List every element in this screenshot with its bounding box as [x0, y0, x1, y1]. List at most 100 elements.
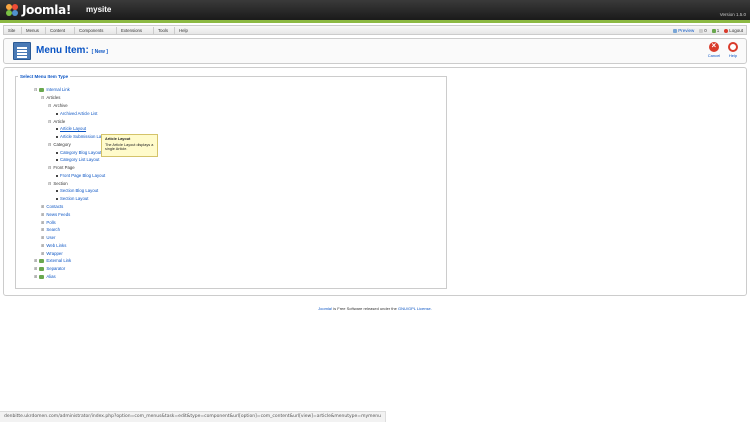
expand-icon: ⊞	[41, 227, 45, 232]
joomla-logo-icon	[6, 4, 18, 16]
tree-section[interactable]: ⊟ Section	[48, 181, 68, 186]
cancel-icon	[709, 41, 719, 52]
menu-extensions[interactable]: Extensions	[121, 28, 142, 33]
menu-content[interactable]: Content	[50, 28, 65, 33]
browser-status-url: denbitte.ukrdomen.com/administrator/inde…	[0, 411, 386, 422]
collapse-icon: ⊟	[41, 95, 45, 100]
tree-archived-article-list[interactable]: Archived Article List	[56, 111, 98, 116]
users-count[interactable]: 1	[711, 28, 719, 33]
tree-user[interactable]: ⊞ User	[41, 235, 55, 240]
menu-site[interactable]: Site	[8, 28, 15, 33]
tree-section-layout[interactable]: Section Layout	[56, 196, 88, 201]
menu-item-icon	[13, 42, 31, 60]
page-title: Menu Item: [ New ]	[36, 45, 108, 56]
tooltip-body: The Article Layout displays a single Art…	[105, 142, 154, 151]
help-button[interactable]: Help	[725, 42, 741, 58]
logout-link[interactable]: Logout	[724, 28, 743, 33]
bullet-icon	[56, 151, 58, 154]
messages-icon	[699, 28, 704, 33]
menu-separator	[74, 27, 75, 34]
status-menu: Preview 0 1 Logout	[673, 28, 743, 33]
tree-articles[interactable]: ⊟ Articles	[41, 95, 60, 100]
expand-icon: ⊞	[41, 243, 45, 248]
menu-type-fieldset: Select Menu Item Type	[15, 74, 447, 289]
tree-search[interactable]: ⊞ Search	[41, 227, 60, 232]
preview-icon	[673, 28, 678, 33]
tree-web-links[interactable]: ⊞ Web Links	[41, 243, 66, 248]
menu-tools[interactable]: Tools	[158, 28, 168, 33]
tree-front-page[interactable]: ⊟ Front Page	[48, 165, 75, 170]
tree-alias[interactable]: ⊞ Alias	[34, 274, 56, 279]
expand-icon: ⊞	[34, 274, 38, 279]
collapse-icon: ⊟	[48, 119, 52, 124]
menu-components[interactable]: Components	[79, 28, 103, 33]
main-panel: Select Menu Item Type ⊟ Internal Link ⊟ Ar…	[3, 67, 747, 296]
tree-contacts[interactable]: ⊞ Contacts	[41, 204, 63, 209]
bullet-icon	[56, 189, 58, 192]
folder-icon	[39, 258, 45, 263]
page-title-suffix: [ New ]	[91, 49, 108, 55]
expand-icon: ⊞	[41, 212, 45, 217]
menu-separator	[116, 27, 117, 34]
bullet-icon	[56, 112, 58, 115]
messages-count[interactable]: 0	[699, 28, 707, 33]
bullet-icon	[56, 174, 58, 177]
menu-menus[interactable]: Menus	[26, 28, 39, 33]
menu-separator	[153, 27, 154, 34]
admin-header: Joomla! mysite Version 1.5.0	[0, 0, 750, 20]
tree-external-link[interactable]: ⊞ External Link	[34, 258, 71, 263]
menu-type-legend: Select Menu Item Type	[20, 74, 69, 79]
bullet-icon	[56, 158, 58, 161]
tree-news-feeds[interactable]: ⊞ News Feeds	[41, 212, 70, 217]
help-icon	[728, 42, 738, 52]
tooltip-title: Article Layout	[105, 137, 131, 141]
license-link[interactable]: GNU/GPL License.	[398, 306, 432, 311]
menu-help[interactable]: Help	[179, 28, 188, 33]
tree-category-list[interactable]: Category List Layout	[56, 157, 99, 162]
collapse-icon: ⊟	[48, 165, 52, 170]
footer-text: is Free Software released under the	[332, 306, 398, 311]
admin-menubar: Site Menus Content Components Extensions…	[3, 25, 747, 35]
tree-separator[interactable]: ⊞ Separator	[34, 266, 65, 271]
bullet-icon	[56, 197, 58, 200]
expand-icon: ⊞	[34, 266, 38, 271]
tree-section-blog[interactable]: Section Blog Layout	[56, 188, 98, 193]
folder-icon	[39, 87, 45, 92]
tree-archive[interactable]: ⊟ Archive	[48, 103, 68, 108]
site-name: mysite	[86, 5, 112, 14]
expand-icon: ⊞	[41, 204, 45, 209]
joomla-link[interactable]: Joomla!	[318, 306, 332, 311]
preview-link[interactable]: Preview	[673, 28, 694, 33]
joomla-brand: Joomla!	[22, 3, 72, 17]
folder-icon	[39, 266, 45, 271]
version-label: Version 1.5.0	[719, 12, 746, 17]
cancel-label: Cancel	[707, 53, 721, 58]
logout-icon	[724, 28, 729, 33]
tree-front-page-blog[interactable]: Front Page Blog Layout	[56, 173, 105, 178]
help-label: Help	[728, 53, 738, 58]
tree-article-layout[interactable]: Article Layout	[56, 126, 86, 131]
tree-wrapper[interactable]: ⊞ Wrapper	[41, 251, 63, 256]
bullet-icon	[56, 135, 58, 138]
cancel-button[interactable]: Cancel	[706, 41, 722, 58]
menu-separator	[45, 27, 46, 34]
collapse-icon: ⊟	[34, 87, 38, 92]
expand-icon: ⊞	[41, 220, 45, 225]
tree-polls[interactable]: ⊞ Polls	[41, 220, 56, 225]
footer: Joomla! is Free Software released under …	[0, 306, 750, 311]
tree-category-blog[interactable]: Category Blog Layout	[56, 150, 101, 155]
toolbar: Menu Item: [ New ] Cancel Help	[3, 38, 747, 64]
tree-article[interactable]: ⊟ Article	[48, 119, 65, 124]
tree-category[interactable]: ⊟ Category	[48, 142, 71, 147]
expand-icon: ⊞	[41, 235, 45, 240]
collapse-icon: ⊟	[48, 142, 52, 147]
expand-icon: ⊞	[41, 251, 45, 256]
tree-internal-link[interactable]: ⊟ Internal Link	[34, 87, 70, 92]
folder-icon	[39, 274, 45, 279]
menu-separator	[21, 27, 22, 34]
collapse-icon: ⊟	[48, 103, 52, 108]
menu-separator	[174, 27, 175, 34]
page-title-text: Menu Item:	[36, 45, 89, 56]
header-accent-bar	[0, 20, 750, 23]
collapse-icon: ⊟	[48, 181, 52, 186]
